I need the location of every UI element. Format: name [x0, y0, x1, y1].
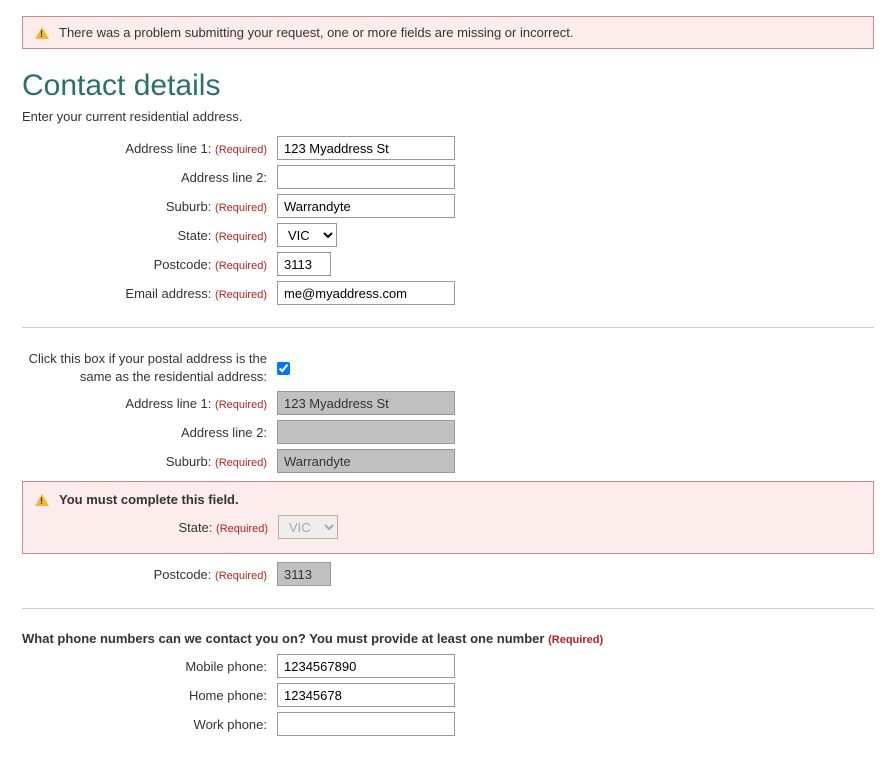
- label-work: Work phone:: [22, 717, 277, 732]
- postal-postcode-input: [277, 562, 331, 586]
- home-phone-input[interactable]: [277, 683, 455, 707]
- residential-postcode-input[interactable]: [277, 252, 331, 276]
- divider: [22, 608, 874, 609]
- label-postal-addr1: Address line 1: (Required): [22, 396, 277, 411]
- page-title: Contact details: [22, 69, 874, 103]
- field-error-block: You must complete this field. State: (Re…: [22, 481, 874, 554]
- label-postal-suburb: Suburb: (Required): [22, 454, 277, 469]
- label-addr2: Address line 2:: [22, 170, 277, 185]
- label-home: Home phone:: [22, 688, 277, 703]
- label-postcode: Postcode: (Required): [22, 257, 277, 272]
- mobile-phone-input[interactable]: [277, 654, 455, 678]
- label-postal-addr2: Address line 2:: [22, 425, 277, 440]
- warning-icon: [35, 494, 49, 506]
- section-hint: Enter your current residential address.: [22, 109, 874, 124]
- label-email: Email address: (Required): [22, 286, 277, 301]
- field-error-message: You must complete this field.: [59, 492, 239, 507]
- postal-state-select: VIC: [278, 515, 338, 539]
- postal-addr2-input: [277, 420, 455, 444]
- form-error-alert: There was a problem submitting your requ…: [22, 16, 874, 49]
- email-input[interactable]: [277, 281, 455, 305]
- alert-message: There was a problem submitting your requ…: [59, 25, 573, 40]
- residential-addr1-input[interactable]: [277, 136, 455, 160]
- phone-question: What phone numbers can we contact you on…: [22, 631, 874, 646]
- residential-suburb-input[interactable]: [277, 194, 455, 218]
- label-addr1: Address line 1: (Required): [22, 141, 277, 156]
- postal-suburb-input: [277, 449, 455, 473]
- postal-addr1-input: [277, 391, 455, 415]
- label-suburb: Suburb: (Required): [22, 199, 277, 214]
- same-postal-checkbox[interactable]: [277, 362, 290, 375]
- residential-addr2-input[interactable]: [277, 165, 455, 189]
- warning-icon: [35, 27, 49, 39]
- label-same-postal: Click this box if your postal address is…: [22, 350, 277, 386]
- label-state: State: (Required): [22, 228, 277, 243]
- divider: [22, 327, 874, 328]
- label-mobile: Mobile phone:: [22, 659, 277, 674]
- residential-state-select[interactable]: VIC: [277, 223, 337, 247]
- work-phone-input[interactable]: [277, 712, 455, 736]
- label-postal-postcode: Postcode: (Required): [22, 567, 277, 582]
- label-postal-state: State: (Required): [35, 520, 278, 535]
